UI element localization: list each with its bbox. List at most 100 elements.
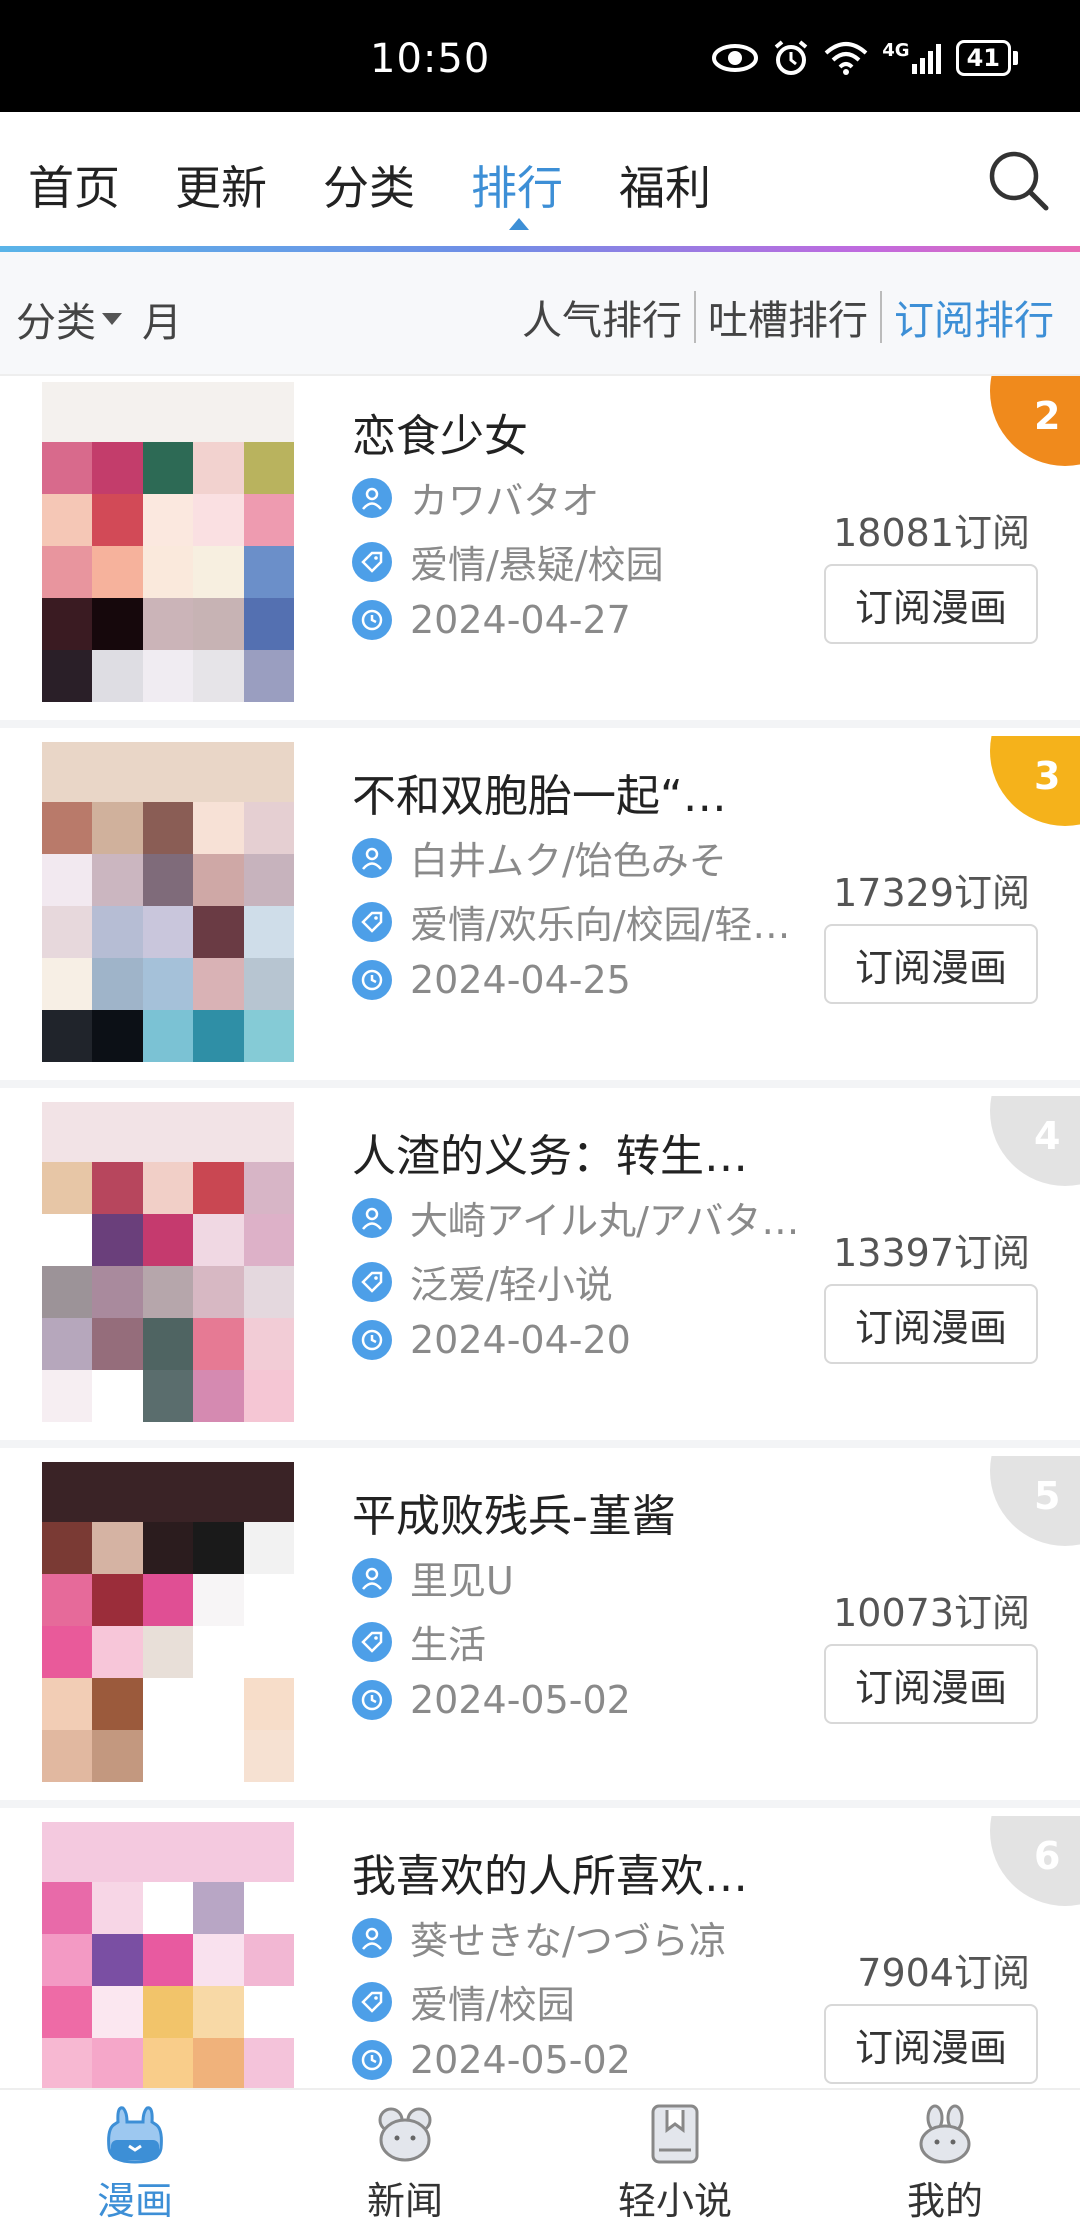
list-item[interactable]: 恋食少女 カワバタオ 爱情/悬疑/校园 2024-04-27 18081订阅 订…: [0, 376, 1080, 728]
cover-image[interactable]: [42, 382, 294, 702]
top-nav: 首页 更新 分类 排行 福利: [0, 112, 1080, 246]
comic-title[interactable]: 我喜欢的人所喜欢…: [352, 1840, 748, 1904]
rank-badge: 5: [990, 1456, 1080, 1546]
author-row: カワバタオ: [352, 470, 599, 525]
sort-subscriptions[interactable]: 订阅排行: [882, 288, 1066, 346]
author-text: 葵せきな/つづら凉: [410, 1919, 727, 1963]
bottom-nav: 漫画 新闻 轻小说 我的: [0, 2088, 1080, 2228]
rabbit-comic-icon: [103, 2104, 167, 2164]
tab-welfare[interactable]: 福利: [619, 152, 711, 218]
rank-number: 2: [1034, 394, 1061, 438]
alarm-icon: [772, 40, 810, 76]
list-item[interactable]: 我喜欢的人所喜欢… 葵せきな/つづら凉 爱情/校园 2024-05-02 790…: [0, 1816, 1080, 2088]
person-icon: [352, 1557, 392, 1598]
list-item[interactable]: 人渣的义务：转生… 大崎アイル丸/アバタ… 泛爱/轻小说 2024-04-20 …: [0, 1096, 1080, 1448]
comic-title[interactable]: 不和双胞胎一起“…: [352, 760, 727, 824]
person-icon: [352, 477, 392, 518]
tag-icon: [352, 1261, 392, 1302]
status-bar: 10:50 4G 41: [0, 0, 1080, 112]
tab-categories[interactable]: 分类: [323, 152, 415, 218]
rank-number: 6: [1034, 1834, 1061, 1878]
comic-title[interactable]: 平成败残兵-堇酱: [352, 1480, 676, 1544]
cover-image[interactable]: [42, 742, 294, 1062]
subscription-count: 13397订阅: [833, 1231, 1030, 1275]
author-text: 大崎アイル丸/アバタ…: [410, 1199, 800, 1243]
period-filter[interactable]: 月: [142, 290, 182, 348]
clock-icon: [352, 1680, 392, 1720]
author-text: カワバタオ: [410, 479, 600, 523]
subscribe-button[interactable]: 订阅漫画: [824, 1644, 1038, 1724]
author-row: 大崎アイル丸/アバタ…: [352, 1190, 799, 1245]
comic-title[interactable]: 恋食少女: [352, 400, 528, 464]
author-row: 白井ムク/饴色みそ: [352, 830, 727, 885]
list-item[interactable]: 不和双胞胎一起“… 白井ムク/饴色みそ 爱情/欢乐向/校园/轻… 2024-04…: [0, 736, 1080, 1088]
nav-comics-label: 漫画: [96, 2179, 173, 2223]
cover-image[interactable]: [42, 1822, 294, 2088]
nav-light-novel[interactable]: 轻小说: [575, 2104, 775, 2225]
rank-number: 5: [1034, 1474, 1061, 1518]
tags-row: 爱情/校园: [352, 1974, 575, 2029]
nav-light-novel-label: 轻小说: [617, 2179, 732, 2223]
rank-number: 4: [1034, 1114, 1061, 1158]
sort-tabs: 人气排行 吐槽排行 订阅排行: [510, 288, 1066, 346]
active-tab-indicator: [509, 218, 529, 230]
category-filter-label: 分类: [16, 300, 96, 346]
tags-row: 泛爱/轻小说: [352, 1254, 613, 1309]
cover-image[interactable]: [42, 1462, 294, 1782]
signal-icon: 4G: [882, 40, 941, 76]
tags-text: 泛爱/轻小说: [410, 1263, 613, 1307]
nav-profile-label: 我的: [906, 2179, 983, 2223]
date-row: 2024-04-20: [352, 1318, 631, 1362]
tag-icon: [352, 1981, 392, 2022]
comic-title[interactable]: 人渣的义务：转生…: [352, 1120, 748, 1184]
list-item[interactable]: 平成败残兵-堇酱 里见U 生活 2024-05-02 10073订阅 订阅漫画 …: [0, 1456, 1080, 1808]
clock-icon: [352, 960, 392, 1000]
rank-number: 3: [1034, 754, 1061, 798]
rank-badge: 2: [990, 376, 1080, 466]
tab-home[interactable]: 首页: [28, 152, 120, 218]
author-text: 白井ムク/饴色みそ: [410, 839, 727, 883]
person-icon: [352, 1197, 392, 1238]
tags-row: 爱情/悬疑/校园: [352, 534, 664, 589]
date-text: 2024-04-25: [410, 958, 631, 1002]
sort-comments[interactable]: 吐槽排行: [696, 288, 880, 346]
nav-profile[interactable]: 我的: [845, 2104, 1045, 2225]
clock-icon: [352, 2040, 392, 2080]
tags-text: 爱情/欢乐向/校园/轻…: [410, 903, 791, 947]
mouse-news-icon: [373, 2104, 437, 2164]
tags-row: 爱情/欢乐向/校园/轻…: [352, 894, 790, 949]
tags-text: 爱情/校园: [410, 1983, 575, 2027]
author-row: 里见U: [352, 1550, 514, 1605]
subscribe-button[interactable]: 订阅漫画: [824, 1284, 1038, 1364]
date-row: 2024-05-02: [352, 2038, 631, 2082]
subscription-count: 17329订阅: [833, 871, 1030, 915]
subscribe-button[interactable]: 订阅漫画: [824, 924, 1038, 1004]
rank-badge: 4: [990, 1096, 1080, 1186]
tags-text: 爱情/悬疑/校园: [410, 543, 664, 587]
search-button[interactable]: [986, 148, 1050, 212]
date-row: 2024-04-27: [352, 598, 631, 642]
cover-image[interactable]: [42, 1102, 294, 1422]
category-filter[interactable]: 分类 月: [16, 290, 182, 348]
date-text: 2024-04-27: [410, 598, 631, 642]
subscription-count: 10073订阅: [833, 1591, 1030, 1635]
author-text: 里见U: [410, 1559, 514, 1603]
clock-icon: [352, 600, 392, 640]
sort-popularity[interactable]: 人气排行: [510, 288, 694, 346]
tab-rankings[interactable]: 排行: [471, 152, 563, 218]
clock-icon: [352, 1320, 392, 1360]
subscribe-button[interactable]: 订阅漫画: [824, 2004, 1038, 2084]
date-text: 2024-05-02: [410, 2038, 631, 2082]
person-icon: [352, 837, 392, 878]
nav-news[interactable]: 新闻: [305, 2104, 505, 2225]
author-row: 葵せきな/つづら凉: [352, 1910, 727, 1965]
bookmark-novel-icon: [643, 2104, 707, 2164]
rank-badge: 6: [990, 1816, 1080, 1906]
tab-updates[interactable]: 更新: [175, 152, 267, 218]
date-row: 2024-05-02: [352, 1678, 631, 1722]
subscribe-button[interactable]: 订阅漫画: [824, 564, 1038, 644]
status-icons: 4G 41: [712, 40, 1018, 76]
tag-icon: [352, 901, 392, 942]
nav-comics[interactable]: 漫画: [35, 2104, 235, 2225]
status-time: 10:50: [370, 36, 491, 82]
